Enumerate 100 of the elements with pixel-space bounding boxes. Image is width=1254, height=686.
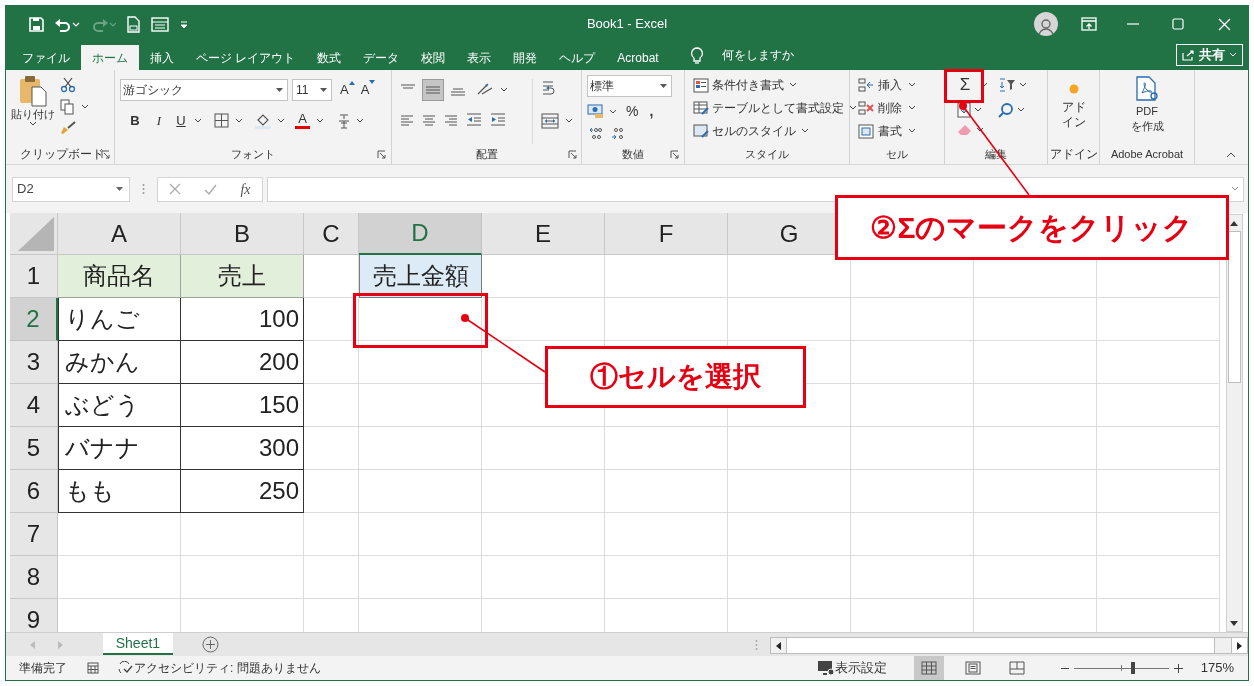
display-settings-icon[interactable]	[817, 660, 835, 676]
menu-tab[interactable]: ファイル	[11, 45, 81, 70]
normal-view-icon[interactable]	[913, 656, 944, 680]
bold-button[interactable]: B	[126, 111, 144, 131]
row-header[interactable]: 2	[10, 298, 58, 341]
column-header[interactable]: C	[304, 213, 359, 255]
borders-icon[interactable]	[214, 113, 229, 129]
scroll-left-icon[interactable]	[775, 641, 781, 650]
row-header[interactable]: 8	[10, 556, 58, 599]
ribbon-menu-button[interactable]: 削除	[858, 98, 936, 118]
currency-icon[interactable]	[587, 104, 604, 119]
menu-tab[interactable]: 表示	[456, 45, 503, 70]
scroll-right-icon[interactable]	[1237, 641, 1242, 650]
autosum-button[interactable]: Σ	[953, 74, 977, 96]
outdent-icon[interactable]	[466, 113, 482, 126]
form-icon[interactable]	[151, 16, 169, 32]
drag-handle-icon[interactable]	[142, 183, 145, 195]
caret-icon[interactable]	[235, 117, 243, 124]
sort-filter-icon[interactable]	[998, 78, 1016, 92]
search-icon[interactable]	[998, 102, 1014, 118]
copy-icon[interactable]	[60, 99, 75, 115]
menu-tab[interactable]: 挿入	[139, 45, 185, 70]
fill-bucket-icon[interactable]	[255, 112, 271, 130]
caret-icon[interactable]	[356, 117, 364, 124]
close-icon[interactable]	[1218, 17, 1231, 31]
zoom-slider[interactable]	[1073, 662, 1169, 674]
row-header[interactable]: 6	[10, 470, 58, 513]
checkmark-icon[interactable]	[204, 183, 218, 195]
menu-tab[interactable]: Acrobat	[606, 45, 670, 70]
ribbon-menu-button[interactable]: セルのスタイル	[693, 121, 841, 141]
menu-tab[interactable]: 校閲	[410, 45, 457, 70]
dialog-launcher-icon[interactable]	[101, 149, 110, 159]
ribbon-display-icon[interactable]	[1081, 17, 1097, 31]
create-pdf-button[interactable]: PDF を作成	[1100, 70, 1194, 144]
dialog-launcher-icon[interactable]	[670, 149, 679, 159]
avatar-icon[interactable]	[1034, 12, 1058, 36]
column-header[interactable]: E	[482, 213, 605, 255]
caret-icon[interactable]	[974, 107, 982, 113]
insert-function-button[interactable]: fx	[240, 178, 251, 200]
menu-tab[interactable]: 数式	[306, 45, 353, 70]
decrease-decimal-icon[interactable]	[611, 126, 625, 140]
zoom-in-icon[interactable]	[1173, 663, 1183, 673]
underline-button[interactable]: U	[174, 111, 188, 131]
caret-icon[interactable]	[500, 87, 508, 93]
row-header[interactable]: 5	[10, 427, 58, 470]
row-header[interactable]: 9	[10, 599, 58, 632]
font-color-button[interactable]: A	[295, 112, 310, 130]
caret-icon[interactable]	[1017, 107, 1025, 113]
add-ins-button[interactable]: アド イン	[1048, 70, 1099, 144]
maximize-icon[interactable]	[1172, 18, 1184, 30]
menu-tab[interactable]: ページ レイアウト	[185, 45, 307, 70]
dialog-launcher-icon[interactable]	[568, 149, 577, 159]
merge-center-icon[interactable]	[541, 113, 559, 129]
ribbon-menu-button[interactable]: テーブルとして書式設定	[693, 98, 841, 118]
accessibility-status[interactable]: アクセシビリティ: 問題ありません	[134, 659, 321, 677]
caret-icon[interactable]	[609, 108, 617, 115]
scissors-icon[interactable]	[60, 77, 76, 93]
grow-font-button[interactable]: A	[340, 80, 355, 100]
save-icon[interactable]	[29, 16, 44, 32]
row-header[interactable]: 1	[10, 255, 58, 298]
menu-tab[interactable]: データ	[352, 45, 411, 70]
horizontal-scrollbar[interactable]	[769, 637, 1233, 654]
font-name-field[interactable]: 游ゴシック	[120, 79, 288, 101]
column-header[interactable]: A	[58, 213, 181, 255]
column-header[interactable]: F	[605, 213, 728, 255]
formula-input[interactable]	[267, 176, 1244, 202]
column-header[interactable]: D	[359, 213, 482, 255]
font-size-field[interactable]: 11	[292, 79, 332, 101]
scroll-up-icon[interactable]	[1230, 220, 1238, 226]
lightbulb-icon[interactable]	[689, 47, 704, 65]
menu-tab[interactable]: ヘルプ	[548, 45, 607, 70]
caret-icon[interactable]	[316, 117, 324, 124]
share-button[interactable]: 共有	[1176, 44, 1243, 66]
brush-icon[interactable]	[60, 121, 76, 135]
shrink-font-button[interactable]: A	[360, 80, 376, 100]
row-header[interactable]: 7	[10, 513, 58, 556]
indent-icon[interactable]	[490, 113, 506, 126]
caret-icon[interactable]	[565, 118, 573, 124]
name-box[interactable]: D2	[12, 176, 130, 202]
menu-tab[interactable]: 開発	[502, 45, 549, 70]
vertical-scrollbar[interactable]	[1225, 214, 1243, 632]
add-sheet-icon[interactable]	[201, 636, 219, 653]
comma-button[interactable]: ,	[649, 101, 654, 122]
customize-caret-icon[interactable]	[179, 19, 189, 29]
increase-decimal-icon[interactable]	[589, 126, 603, 140]
phonetic-icon[interactable]	[338, 112, 350, 129]
ribbon-menu-button[interactable]: 書式	[858, 121, 936, 141]
caret-icon[interactable]	[277, 117, 285, 124]
display-settings-button[interactable]: 表示設定	[834, 658, 887, 678]
scroll-down-icon[interactable]	[1230, 620, 1238, 626]
caret-icon[interactable]	[81, 104, 89, 110]
number-format-field[interactable]: 標準	[587, 75, 672, 97]
caret-icon[interactable]	[1019, 82, 1027, 88]
column-header[interactable]: B	[181, 213, 304, 255]
italic-button[interactable]: I	[150, 111, 168, 131]
dialog-launcher-icon[interactable]	[377, 149, 386, 159]
ribbon-menu-button[interactable]: 挿入	[858, 75, 936, 95]
cell-mode-icon[interactable]	[87, 662, 99, 674]
caret-icon[interactable]	[194, 117, 202, 124]
accessibility-icon[interactable]	[117, 661, 133, 675]
